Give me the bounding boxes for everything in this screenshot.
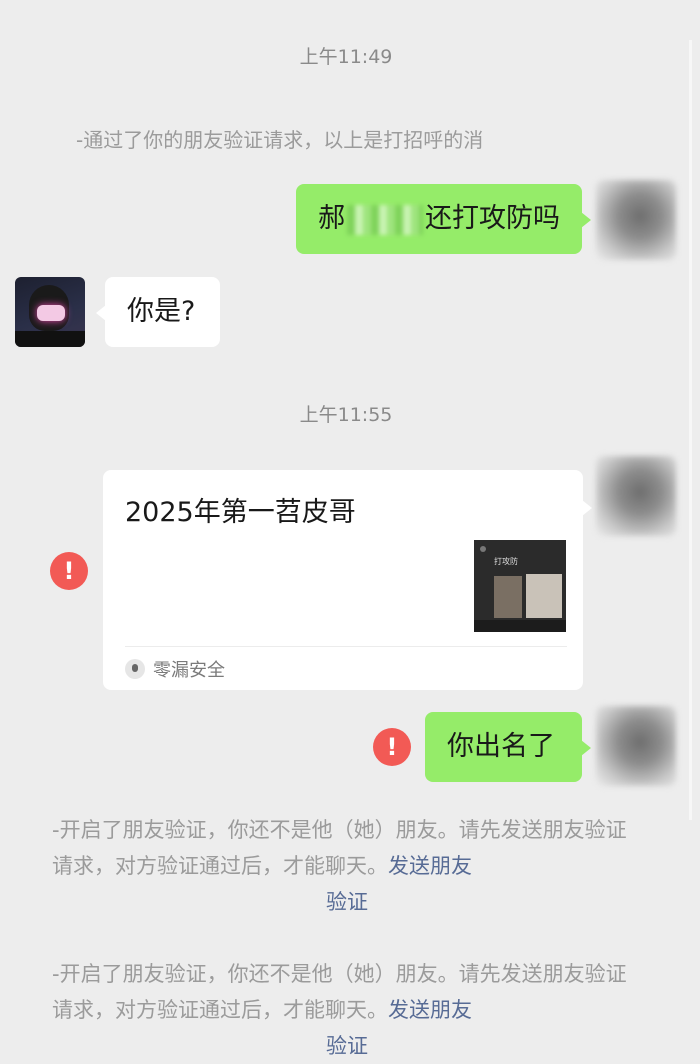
timestamp: 上午11:49 — [299, 46, 393, 68]
friend-verification-notice: -开启了朋友验证，你还不是他（她）朋友。请先发送朋友验证请求，对方验证通过后，才… — [52, 956, 642, 1064]
message-text: 你出名了 — [447, 731, 555, 762]
card-source-name: 零漏安全 — [153, 660, 225, 681]
my-message-bubble[interactable]: 你出名了 — [425, 712, 591, 782]
message-text-start: 郝 — [318, 203, 345, 234]
thumb-panel — [526, 574, 562, 618]
thumb-strip — [474, 620, 566, 632]
system-note: -通过了你的朋友验证请求，以上是打招呼的消 — [76, 124, 596, 153]
send-verification-link[interactable]: 发送朋友 — [388, 998, 472, 1022]
thumb-dot — [480, 546, 486, 552]
send-failed-icon[interactable]: ! — [50, 552, 88, 590]
my-avatar[interactable] — [596, 456, 676, 536]
contact-avatar[interactable] — [15, 277, 85, 347]
card-title: 2025年第一苕皮哥 — [125, 497, 356, 528]
my-avatar[interactable] — [596, 180, 676, 260]
thumb-panel — [494, 576, 522, 618]
link-card-message[interactable]: 2025年第一苕皮哥 打攻防 零漏安全 — [103, 470, 592, 690]
thumb-label: 打攻防 — [494, 557, 518, 566]
notice-text: -开启了朋友验证，你还不是他（她）朋友。请先发送朋友验证请求，对方验证通过后，才… — [52, 818, 627, 878]
send-failed-icon[interactable]: ! — [373, 728, 411, 766]
my-avatar[interactable] — [596, 706, 676, 786]
avatar-mask — [37, 305, 65, 321]
notice-text: -开启了朋友验证，你还不是他（她）朋友。请先发送朋友验证请求，对方验证通过后，才… — [52, 962, 627, 1022]
card-thumbnail: 打攻防 — [474, 540, 566, 632]
message-text: 你是? — [127, 296, 196, 327]
message-text-end: 还打攻防吗 — [425, 203, 560, 234]
contact-message-bubble[interactable]: 你是? — [96, 277, 220, 347]
friend-verification-notice: -开启了朋友验证，你还不是他（她）朋友。请先发送朋友验证请求，对方验证通过后，才… — [52, 812, 642, 920]
text-fade — [556, 124, 596, 153]
chat-window: 上午11:49 -通过了你的朋友验证请求，以上是打招呼的消 郝 还打攻防吗 你是?… — [0, 0, 700, 1058]
system-note-text: -通过了你的朋友验证请求，以上是打招呼的消 — [76, 128, 484, 152]
person-dot-icon — [125, 659, 145, 679]
send-verification-link-tail[interactable]: 验证 — [52, 1028, 642, 1064]
redacted-name — [347, 204, 423, 235]
avatar-body — [15, 331, 85, 347]
card-divider — [125, 646, 567, 647]
send-verification-link[interactable]: 发送朋友 — [388, 854, 472, 878]
scroll-edge — [689, 40, 692, 820]
send-verification-link-tail[interactable]: 验证 — [52, 884, 642, 920]
card-source[interactable]: 零漏安全 — [125, 656, 225, 682]
my-message-bubble[interactable]: 郝 还打攻防吗 — [296, 184, 591, 254]
timestamp: 上午11:55 — [299, 404, 393, 426]
